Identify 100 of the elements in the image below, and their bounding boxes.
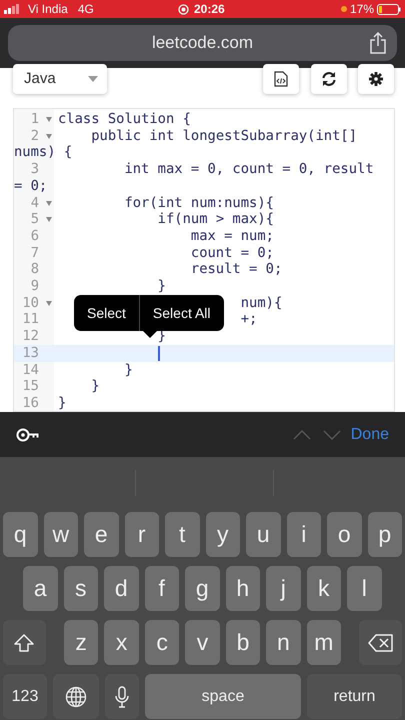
letter-key[interactable]: x [104,620,139,665]
line-number: 2 [30,128,39,144]
numbers-key[interactable]: 123 [3,674,47,719]
letter-key[interactable]: a [23,566,58,611]
letter-key[interactable]: r [124,512,159,557]
key-icon[interactable] [16,428,40,442]
code-line: num){ [240,294,282,312]
letter-key[interactable]: y [206,512,240,557]
battery-icon [377,4,401,14]
code-line: public int longestSubarray(int[] [91,128,358,144]
space-key[interactable]: space [145,674,301,719]
code-line: int max = 0, count = 0, result [124,161,374,178]
line-number: 1 [30,111,39,128]
line-number: 16 [22,394,39,411]
letter-key[interactable]: w [44,512,78,557]
code-line: } [91,378,100,395]
letter-key[interactable]: s [64,566,98,611]
menu-option[interactable]: Select [74,295,139,331]
network-type: 4G [78,1,94,18]
file-code-icon [274,71,288,87]
globe-key[interactable] [53,674,99,719]
pointer-tip-icon [142,330,158,338]
letter-key[interactable]: m [306,620,342,665]
fold-arrow-icon[interactable] [46,134,52,139]
signal-icon [4,4,20,14]
text-cursor [158,346,160,361]
letter-key[interactable]: q [3,512,38,557]
letter-key[interactable]: h [226,566,260,611]
code-line: } [124,362,133,378]
letter-key[interactable]: o [327,512,362,557]
carrier-name: Vi India [28,1,68,18]
refresh-icon [321,71,337,87]
delete-icon [368,634,394,652]
settings-button[interactable] [358,64,394,94]
url-text: leetcode.com [152,32,254,54]
line-number: 13 [22,344,39,362]
code-editor[interactable] [13,108,395,412]
shift-key[interactable] [3,620,46,665]
letter-key[interactable]: c [144,620,180,665]
settings-icon [369,72,383,86]
delete-key[interactable] [359,620,402,665]
code-line: if(num > max){ [158,211,274,228]
letter-key[interactable]: b [226,620,260,665]
letter-key[interactable]: n [266,620,301,665]
letter-key[interactable]: j [266,566,300,611]
code-line: nums) { [14,144,72,162]
code-line: } [158,278,166,295]
menu-option[interactable]: Select All [140,295,224,331]
line-number: 5 [30,211,39,228]
code-line: = 0; [14,178,48,195]
code-line: class Solution { [58,111,191,128]
letter-key[interactable]: v [185,620,220,665]
code-line: for(int num:nums){ [124,194,274,212]
code-line: +; [240,311,258,328]
globe-icon [65,686,87,708]
fold-arrow-icon[interactable] [46,200,52,206]
record-icon [178,4,189,14]
clock-time: 20:26 [194,1,225,18]
letter-key[interactable]: p [368,512,402,557]
share-icon[interactable] [369,32,387,54]
line-number: 10 [22,294,39,312]
line-number: 3 [30,161,39,178]
line-number: 14 [22,362,39,378]
return-key[interactable]: return [307,674,402,719]
letter-key[interactable]: z [64,620,98,665]
line-number: 4 [30,194,39,212]
fold-arrow-icon[interactable] [46,217,52,222]
fold-arrow-icon[interactable] [46,300,52,306]
line-number: 15 [22,378,39,395]
file-code-button[interactable] [263,64,299,94]
letter-key[interactable]: t [165,512,200,557]
line-number: 11 [22,311,39,328]
code-line: max = num; [190,228,274,245]
letter-key[interactable]: l [347,566,382,611]
address-bar[interactable]: leetcode.com [8,25,397,61]
line-number: 6 [30,228,39,245]
privacy-indicator [340,6,347,12]
line-number: 12 [22,328,39,345]
letter-key[interactable]: i [286,512,321,557]
letter-key[interactable]: e [84,512,118,557]
microphone-key[interactable] [105,674,139,719]
line-number: 7 [30,244,39,262]
language-dropdown[interactable]: Java [13,64,107,94]
code-line: } [58,394,66,411]
code-line: result = 0; [190,261,282,278]
done-button[interactable]: Done [350,422,389,446]
shift-icon [14,634,34,652]
letter-key[interactable]: d [104,566,138,611]
microphone-icon [115,686,129,708]
battery-percent: 17% [350,1,374,18]
caret-icon [88,76,98,82]
letter-key[interactable]: f [144,566,179,611]
refresh-button[interactable] [311,64,347,94]
line-number: 8 [30,261,39,278]
line-number: 9 [30,278,39,295]
letter-key[interactable]: g [185,566,220,611]
letter-key[interactable]: u [246,512,280,557]
fold-arrow-icon[interactable] [46,117,52,122]
code-line: count = 0; [190,244,274,262]
letter-key[interactable]: k [306,566,341,611]
